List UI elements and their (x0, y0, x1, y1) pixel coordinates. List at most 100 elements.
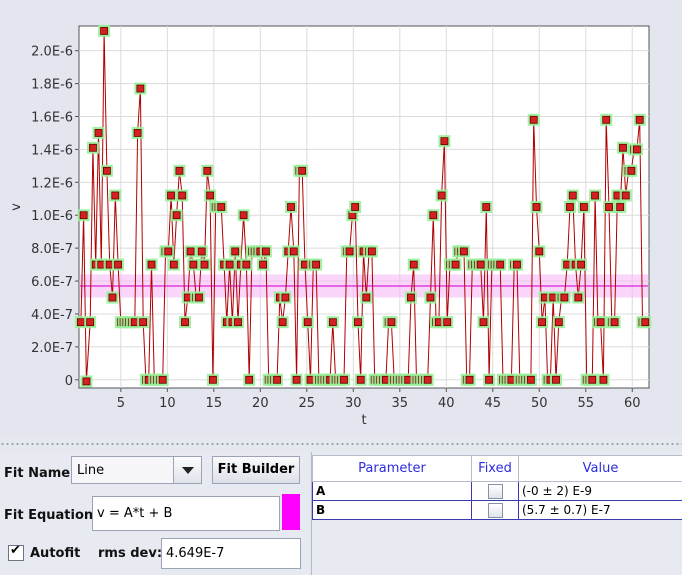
autofit-checkbox[interactable] (8, 543, 24, 561)
y-tick-label: 2.0E-7 (31, 341, 73, 356)
chevron-down-icon[interactable] (173, 457, 201, 483)
data-point (181, 318, 189, 327)
fixed-checkbox[interactable] (487, 502, 503, 518)
data-point (111, 191, 120, 200)
data-point (217, 203, 226, 211)
column-header-fixed[interactable]: Fixed (471, 455, 519, 482)
x-tick-label: 45 (485, 396, 502, 411)
y-tick-label: 4.0E-7 (31, 308, 73, 323)
data-point (147, 260, 156, 269)
data-point (76, 318, 85, 327)
graph-area[interactable]: 5 10 15 20 25 30 35 40 45 50 55 60 0 2.0E-7 4.0E-7 6.0E… (0, 0, 682, 436)
y-tick-label: 0 (65, 374, 73, 389)
data-point (602, 115, 611, 124)
fit-name-dropdown[interactable]: Line (71, 456, 202, 484)
table-row[interactable]: A (-0 ± 2) E-9 (312, 481, 682, 501)
data-point (621, 191, 630, 200)
data-point (136, 84, 145, 93)
y-tick-label: 1.0E-6 (31, 209, 73, 224)
x-tick-label: 30 (345, 396, 362, 411)
param-name: B (312, 500, 472, 520)
x-tick-label: 5 (117, 396, 125, 411)
data-point (580, 203, 588, 211)
fixed-cell[interactable] (471, 500, 519, 520)
data-point (354, 318, 362, 327)
data-point (231, 247, 240, 256)
divider-grip (0, 443, 682, 445)
y-tick-label: 1.8E-6 (31, 78, 73, 93)
data-point (591, 191, 599, 200)
data-point (172, 211, 181, 220)
data-point (262, 247, 270, 256)
data-point (407, 293, 415, 302)
data-point (225, 260, 234, 269)
data-point (356, 375, 365, 384)
fit-panel: Fit Name: Line Fit Builder Fit Equation:… (0, 452, 310, 575)
rms-dev-label: rms dev: (98, 546, 163, 561)
data-point (429, 211, 438, 220)
data-point (206, 191, 215, 200)
fit-color-swatch[interactable] (282, 494, 300, 530)
fixed-cell[interactable] (471, 481, 519, 501)
data-point (574, 293, 583, 302)
data-point (234, 318, 242, 327)
data-point (242, 260, 251, 269)
fit-name-value: Line (77, 463, 105, 478)
x-tick-label: 25 (299, 396, 316, 411)
data-point (485, 375, 493, 384)
fit-builder-button[interactable]: Fit Builder (212, 456, 300, 484)
data-point (387, 318, 396, 327)
data-point (409, 260, 418, 269)
data-point (465, 375, 474, 384)
data-point (108, 293, 117, 302)
data-point (298, 166, 307, 175)
y-axis-title: v (9, 203, 24, 211)
data-point (496, 260, 505, 269)
data-point (633, 145, 641, 154)
param-value[interactable]: (5.7 ± 0.7) E-7 (518, 500, 682, 520)
data-point (273, 375, 281, 384)
x-tick-label: 35 (392, 396, 409, 411)
y-tick-label: 1.6E-6 (31, 111, 73, 126)
param-name: A (312, 481, 472, 501)
data-point (554, 318, 563, 327)
data-point (245, 375, 254, 384)
fixed-checkbox[interactable] (487, 483, 503, 499)
data-point (345, 247, 354, 256)
fit-equation-label: Fit Equation: (4, 508, 99, 523)
data-point (197, 247, 206, 256)
data-point (527, 375, 535, 384)
data-point (476, 260, 485, 269)
fit-equation-field[interactable]: v = A*t + B (92, 496, 280, 531)
column-header-value[interactable]: Value (518, 455, 682, 482)
parameter-table: Parameter Fixed Value A (-0 ± 2) E-9 B (… (311, 452, 682, 575)
data-point (482, 203, 491, 211)
chart[interactable]: 5 10 15 20 25 30 35 40 45 50 55 60 0 2.0E-7 4.0E-7 6.0E… (0, 0, 682, 436)
x-tick-label: 60 (624, 396, 641, 411)
data-point (178, 191, 187, 200)
y-tick-label: 2.0E-6 (31, 45, 73, 60)
data-point (164, 247, 173, 256)
data-point (167, 191, 175, 200)
y-tick-label: 6.0E-7 (31, 275, 73, 290)
column-header-parameter[interactable]: Parameter (312, 455, 472, 482)
data-point (133, 129, 142, 137)
data-point (208, 375, 217, 384)
data-point (627, 166, 636, 175)
data-point (158, 375, 167, 384)
x-tick-label: 50 (531, 396, 548, 411)
fit-name-label: Fit Name: (4, 466, 76, 481)
data-point (114, 260, 122, 269)
data-point (552, 375, 560, 384)
data-point (423, 375, 432, 384)
data-point (303, 318, 312, 327)
data-point (577, 260, 586, 269)
data-point (169, 260, 178, 269)
checkmark-icon (8, 543, 24, 561)
x-tick-label: 55 (577, 396, 594, 411)
param-value[interactable]: (-0 ± 2) E-9 (518, 481, 682, 501)
split-pane-divider[interactable] (0, 436, 682, 452)
table-row[interactable]: B (5.7 ± 0.7) E-7 (312, 500, 682, 520)
fit-equation-value: v = A*t + B (97, 506, 173, 521)
x-tick-label: 10 (159, 396, 176, 411)
